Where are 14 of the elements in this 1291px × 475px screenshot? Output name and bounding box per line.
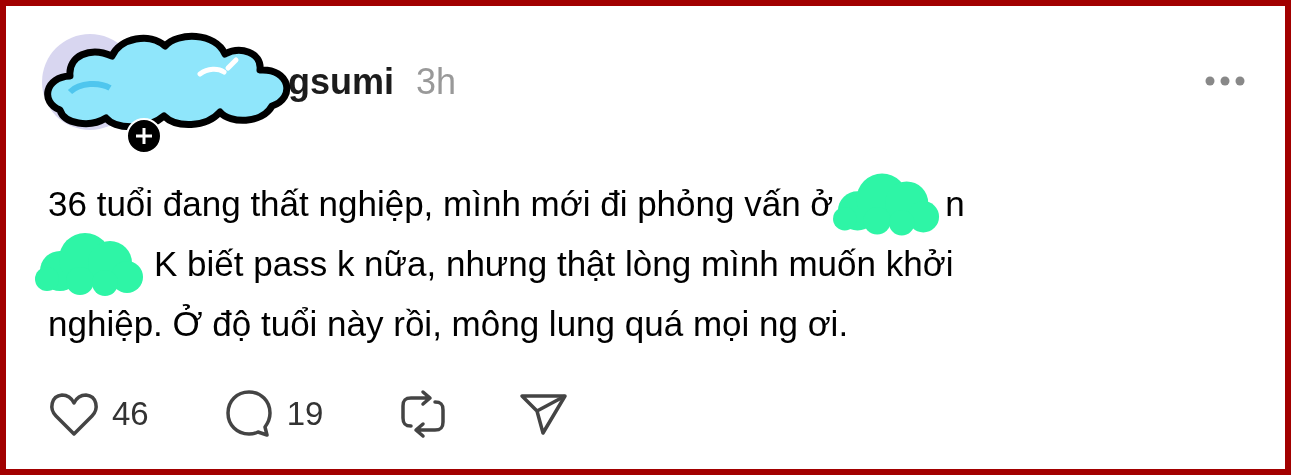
post-text: nghiệp. Ở độ tuổi này rồi, mông lung quá mọi ng ơi. (48, 303, 849, 345)
username[interactable]: gsumi (288, 61, 394, 103)
post-text: n (945, 183, 965, 225)
count: 19 (286, 395, 324, 433)
more-icon[interactable] (1205, 76, 1245, 86)
heart-icon[interactable] (48, 390, 100, 438)
count: 46 (112, 395, 149, 433)
timestamp: 3h (416, 61, 457, 103)
plus-icon[interactable] (126, 118, 162, 154)
repost-icon[interactable] (399, 388, 448, 440)
post-text: K biết pass k nữa, nhưng thật lòng mình muốn khởi (154, 243, 954, 285)
send-icon[interactable] (519, 391, 570, 437)
post-text: 36 tuổi đang thất nghiệp, mình mới đi phỏng vấn ở (48, 183, 834, 225)
speech-bubble-icon[interactable] (224, 389, 275, 439)
